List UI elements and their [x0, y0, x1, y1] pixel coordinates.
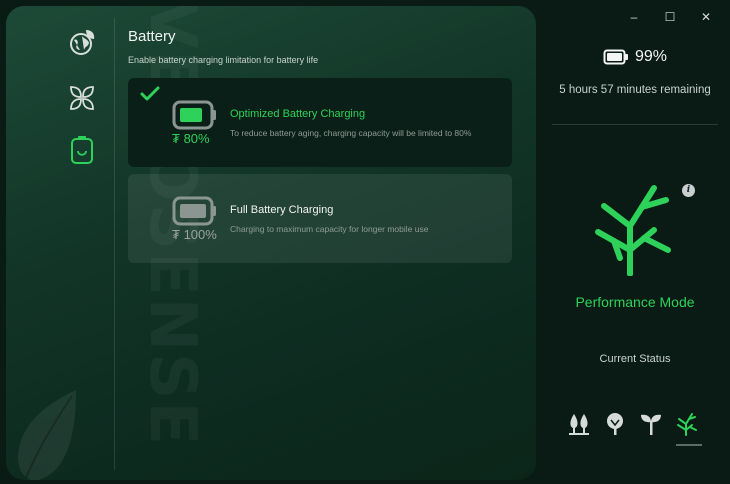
trees-icon — [569, 414, 589, 435]
mode-quiet-button[interactable] — [602, 412, 628, 442]
sprout-icon — [641, 414, 661, 435]
full-charging-option[interactable]: ₮ 100% Full Battery Charging Charging to… — [128, 174, 512, 263]
leaf-decoration-icon — [18, 390, 76, 480]
mode-selector — [566, 412, 702, 446]
window-controls: – ☐ ✕ — [616, 6, 724, 28]
page-title: Battery — [128, 28, 176, 45]
tree-icon — [607, 413, 623, 435]
mode-balanced-button[interactable] — [638, 412, 664, 442]
plug-icon: ₮ — [172, 131, 180, 146]
status-panel: – ☐ ✕ 99% 5 hours 57 minutes remaining i… — [536, 0, 730, 484]
battery-80-icon — [172, 100, 216, 130]
battery-level: 99% — [634, 48, 668, 65]
option-title: Full Battery Charging — [230, 204, 334, 216]
nav-item-battery[interactable] — [64, 132, 100, 168]
charge-limit-text: 80% — [183, 131, 210, 146]
page-subtitle: Enable battery charging limitation for b… — [128, 55, 319, 65]
globe-leaf-icon — [70, 30, 95, 55]
status-divider — [552, 124, 718, 125]
info-icon[interactable]: i — [682, 184, 695, 197]
battery-icon — [71, 136, 93, 164]
charge-limit-value: ₮ 100% — [172, 227, 217, 242]
optimized-charging-option[interactable]: ₮ 80% Optimized Battery Charging To redu… — [128, 78, 512, 167]
remaining-time: 5 hours 57 minutes remaining — [559, 84, 711, 96]
check-icon — [140, 86, 160, 101]
close-button[interactable]: ✕ — [688, 6, 724, 28]
option-description: To reduce battery aging, charging capaci… — [230, 128, 472, 138]
plug-icon: ₮ — [172, 227, 180, 242]
battery-status-icon — [603, 49, 628, 65]
nav-divider — [114, 18, 115, 470]
mode-performance-button[interactable] — [674, 412, 702, 446]
charge-limit-value: ₮ 80% — [172, 131, 210, 146]
nav-item-wellness[interactable] — [64, 80, 100, 116]
mode-name: Performance Mode — [575, 294, 695, 310]
performance-tree-icon — [595, 185, 671, 276]
leaves-icon — [70, 86, 94, 110]
mode-eco-button[interactable] — [566, 412, 592, 442]
app-window: VEROSENSE — [0, 0, 730, 484]
battery-full-icon — [172, 196, 216, 226]
page-header: Battery Enable battery charging limitati… — [128, 28, 318, 65]
battery-status: 99% — [536, 48, 730, 66]
option-title: Optimized Battery Charging — [230, 108, 366, 120]
charge-limit-text: 100% — [183, 227, 217, 242]
current-status-label: Current Status — [599, 353, 671, 365]
option-description: Charging to maximum capacity for longer … — [230, 224, 429, 234]
minimize-button[interactable]: – — [616, 6, 652, 28]
performance-branch-icon — [677, 413, 697, 436]
maximize-button[interactable]: ☐ — [652, 6, 688, 28]
nav-item-eco[interactable] — [64, 24, 100, 60]
main-panel: VEROSENSE — [6, 6, 536, 480]
